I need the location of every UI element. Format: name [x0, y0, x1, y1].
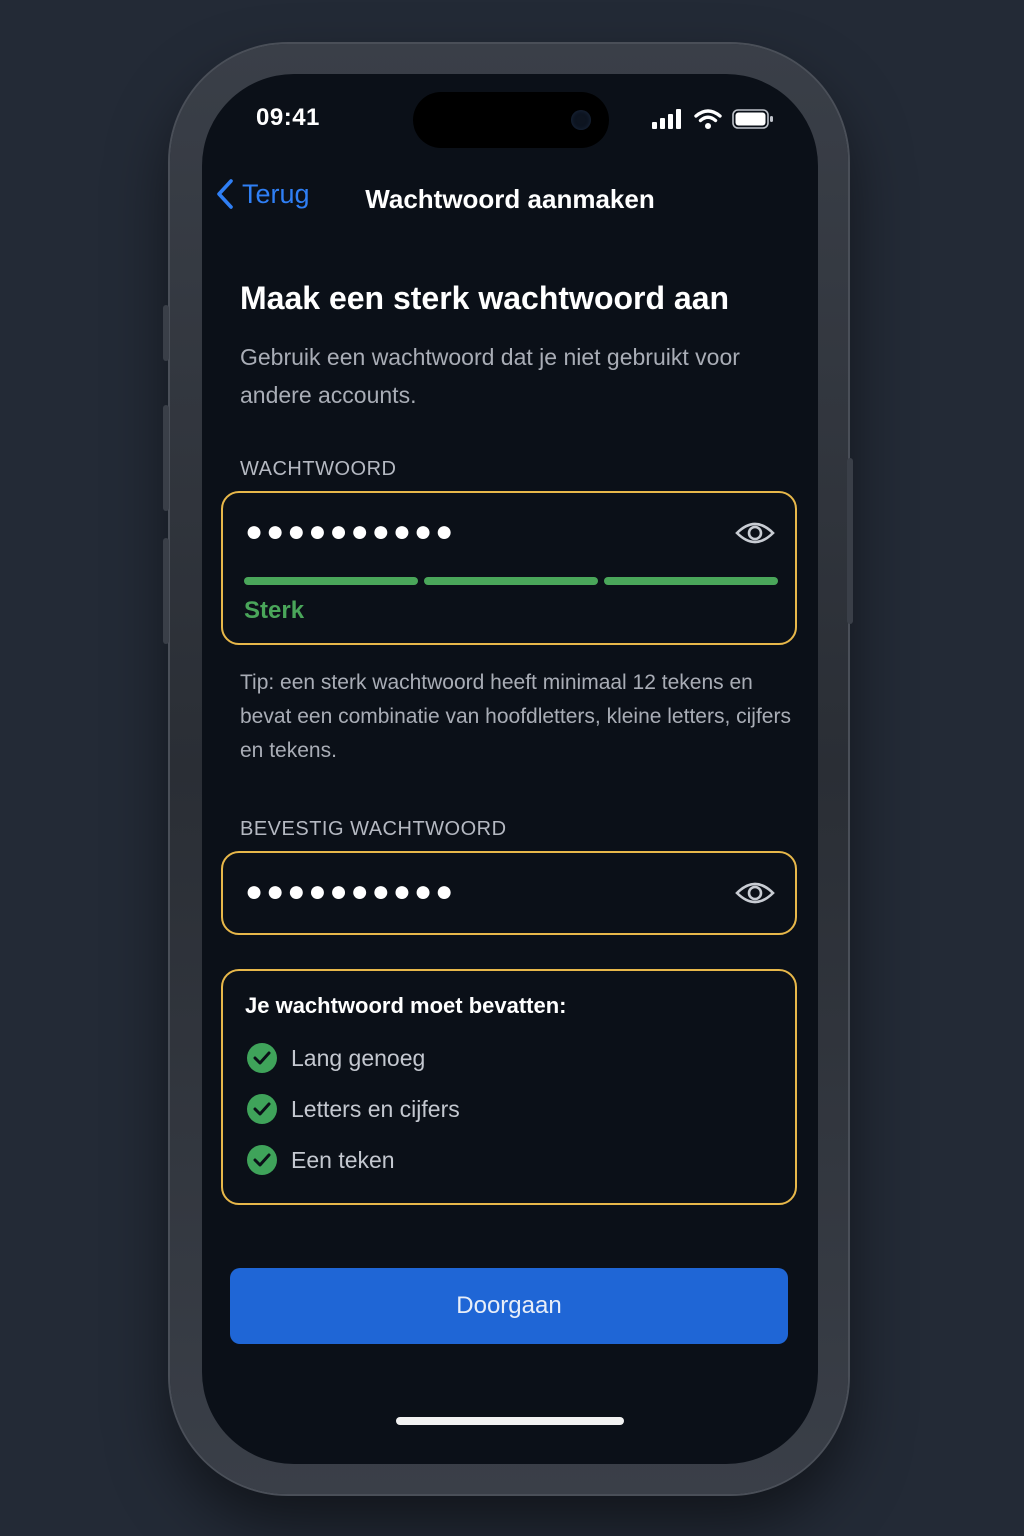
dynamic-island [413, 92, 609, 148]
requirement-label: Een teken [291, 1146, 395, 1173]
confirm-password-label: BEVESTIG WACHTWOORD [240, 818, 507, 840]
requirement-item: Een teken [247, 1145, 395, 1175]
requirements-panel: Je wachtwoord moet bevatten: Lang genoeg… [221, 969, 797, 1205]
battery-icon [732, 109, 773, 129]
requirement-item: Lang genoeg [247, 1043, 425, 1073]
strength-label: Sterk [244, 597, 305, 624]
home-indicator[interactable] [396, 1417, 624, 1425]
screen: 09:41 Terug Wachtwoord aanmaken Maak een… [202, 74, 818, 1464]
camera-icon [571, 110, 591, 130]
requirement-label: Lang genoeg [291, 1044, 426, 1071]
signal-icon [652, 109, 681, 129]
power-button [847, 458, 853, 624]
requirement-item: Letters en cijfers [247, 1094, 460, 1124]
status-icons [652, 108, 774, 130]
confirm-masked-value: ●●●●●●●●●● [245, 875, 457, 908]
password-label: WACHTWOORD [240, 458, 397, 480]
volume-up-button [163, 405, 169, 511]
strength-meter [244, 577, 778, 585]
wifi-icon [694, 109, 722, 129]
strength-segment [424, 577, 598, 585]
password-masked-value: ●●●●●●●●●● [245, 515, 457, 548]
eye-icon[interactable] [735, 519, 775, 547]
password-field[interactable]: ●●●●●●●●●● Sterk [221, 491, 797, 645]
strength-segment [244, 577, 418, 585]
check-circle-icon [247, 1094, 277, 1124]
page-heading: Maak een sterk wachtwoord aan [240, 280, 730, 316]
eye-icon[interactable] [735, 879, 775, 907]
password-tip: Tip: een sterk wachtwoord heeft minimaal… [240, 671, 791, 762]
mute-switch [163, 305, 169, 361]
requirement-label: Letters en cijfers [291, 1095, 460, 1122]
nav-title: Wachtwoord aanmaken [365, 184, 655, 214]
strength-segment [604, 577, 778, 585]
page-subtitle: Gebruik een wachtwoord dat je niet gebru… [240, 344, 740, 408]
continue-button[interactable]: Doorgaan [230, 1268, 788, 1344]
check-circle-icon [247, 1043, 277, 1073]
check-circle-icon [247, 1145, 277, 1175]
confirm-password-field[interactable]: ●●●●●●●●●● [221, 851, 797, 935]
status-time: 09:41 [256, 104, 320, 131]
requirements-title: Je wachtwoord moet bevatten: [245, 993, 567, 1018]
volume-down-button [163, 538, 169, 644]
